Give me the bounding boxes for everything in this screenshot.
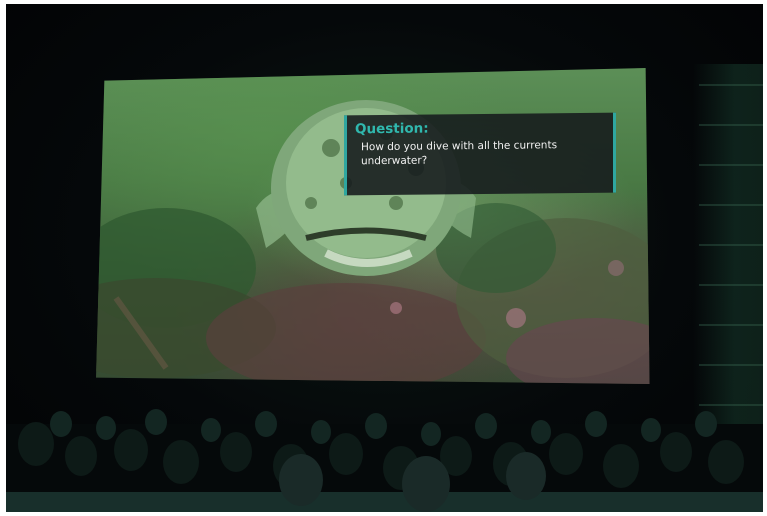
photo-frame: Question: How do you dive with all the c… [0,0,767,516]
caption-text: How do you dive with all the currents un… [361,139,558,168]
caption-box: Question: How do you dive with all the c… [344,112,616,196]
audience-silhouettes [6,409,763,512]
cinema-screen: Question: How do you dive with all the c… [96,68,650,384]
theater-scene: Question: How do you dive with all the c… [6,4,763,512]
caption-title: Question: [355,120,429,138]
